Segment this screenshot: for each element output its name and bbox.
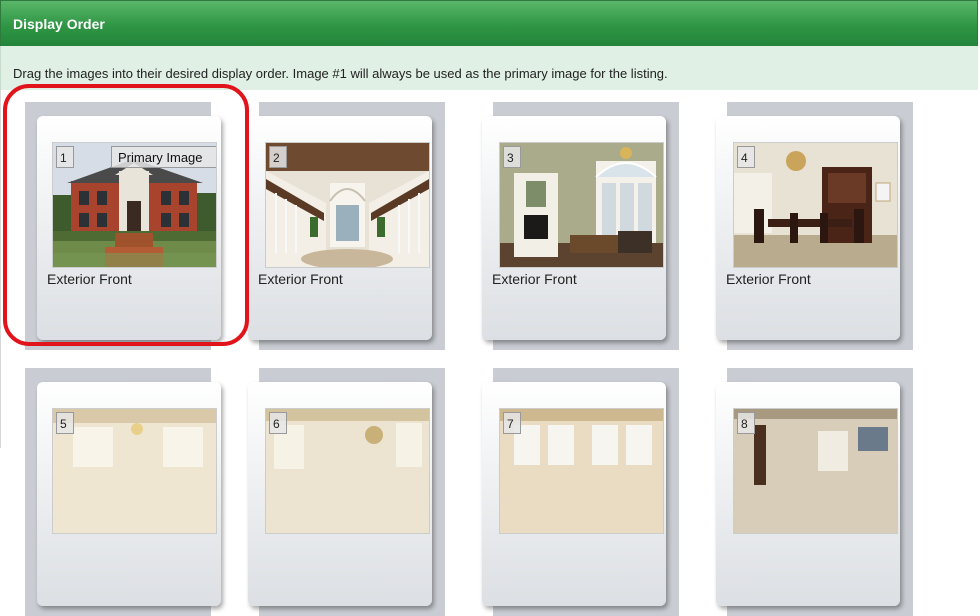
dining-room-photo: 4 bbox=[733, 142, 898, 268]
image-number: 1 bbox=[56, 146, 74, 168]
kitchen-chandelier-photo: 6 bbox=[265, 408, 430, 534]
image-tile-4[interactable]: 4 Exterior Front bbox=[716, 102, 913, 350]
house-exterior-photo: 1 Primary Image bbox=[52, 142, 217, 268]
image-tile-3[interactable]: 3 Exterior Front bbox=[482, 102, 679, 350]
image-card[interactable]: 3 Exterior Front bbox=[482, 116, 666, 340]
image-number: 3 bbox=[503, 146, 521, 168]
image-tile-5[interactable]: 5 bbox=[25, 368, 221, 616]
living-room-photo: 3 bbox=[499, 142, 664, 268]
image-tile-8[interactable]: 8 bbox=[716, 368, 913, 616]
image-tile-2[interactable]: 2 Exterior Front bbox=[248, 102, 445, 350]
image-caption: Exterior Front bbox=[258, 271, 343, 287]
image-tile-6[interactable]: 6 bbox=[248, 368, 445, 616]
image-card[interactable]: 6 bbox=[248, 382, 432, 606]
image-tile-7[interactable]: 7 bbox=[482, 368, 679, 616]
image-caption: Exterior Front bbox=[47, 271, 132, 287]
image-card[interactable]: 4 Exterior Front bbox=[716, 116, 900, 340]
image-number: 6 bbox=[269, 412, 287, 434]
image-order-board: 1 Primary Image Exterior Front 2 Exterio… bbox=[0, 90, 979, 616]
image-number: 7 bbox=[503, 412, 521, 434]
image-caption: Exterior Front bbox=[492, 271, 577, 287]
image-card[interactable]: 1 Primary Image Exterior Front bbox=[37, 116, 221, 340]
image-card[interactable]: 8 bbox=[716, 382, 900, 606]
sunroom-photo: 7 bbox=[499, 408, 664, 534]
image-number: 4 bbox=[737, 146, 755, 168]
image-card[interactable]: 2 Exterior Front bbox=[248, 116, 432, 340]
instruction-bar: Drag the images into their desired displ… bbox=[0, 46, 978, 90]
image-number: 2 bbox=[269, 146, 287, 168]
panel-header: Display Order bbox=[0, 0, 978, 46]
kitchen-photo: 5 bbox=[52, 408, 217, 534]
image-card[interactable]: 7 bbox=[482, 382, 666, 606]
instruction-text: Drag the images into their desired displ… bbox=[13, 66, 668, 81]
image-caption: Exterior Front bbox=[726, 271, 811, 287]
image-number: 8 bbox=[737, 412, 755, 434]
primary-image-badge: Primary Image bbox=[111, 146, 216, 168]
bedroom-photo: 8 bbox=[733, 408, 898, 534]
image-number: 5 bbox=[56, 412, 74, 434]
image-tile-1[interactable]: 1 Primary Image Exterior Front bbox=[25, 102, 221, 350]
foyer-staircase-photo: 2 bbox=[265, 142, 430, 268]
panel-title: Display Order bbox=[13, 16, 105, 32]
image-card[interactable]: 5 bbox=[37, 382, 221, 606]
